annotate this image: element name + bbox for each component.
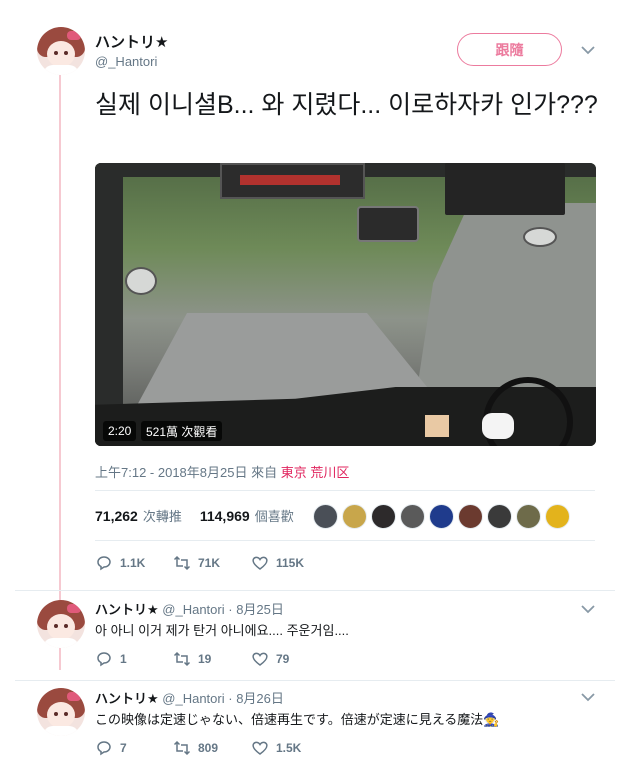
reply-actions: 1 19 79 [95,650,329,668]
like-button[interactable]: 79 [251,650,329,668]
tweet-meta: 上午7:12 - 2018年8月25日 來自 東京 荒川区 [95,462,349,481]
reply-button[interactable]: 1 [95,650,173,668]
retweet-count-label: 次轉推 [142,509,182,524]
retweet-button[interactable]: 71K [173,554,251,572]
reply-date[interactable]: · 8月26日 [228,691,284,706]
reply-button[interactable]: 7 [95,739,173,757]
heart-icon [252,741,268,755]
liker-avatar[interactable] [429,504,454,529]
liker-avatar[interactable] [458,504,483,529]
reply-text: この映像は定速じゃない、倍速再生です。倍速が定速に見える魔法🧙 [95,712,500,727]
retweet-count-action: 19 [198,652,212,666]
liker-avatar[interactable] [516,504,541,529]
liker-avatar[interactable] [545,504,570,529]
video-duration: 2:20 [103,421,137,441]
like-count[interactable]: 114,969 [200,508,250,524]
reply-count: 1 [120,652,127,666]
tweet-stats: 71,262 次轉推 114,969 個喜歡 [95,506,294,525]
reply-text: 아 아니 이거 제가 탄거 아니에요.... 주운거임.... [95,623,349,638]
reply-actions: 7 809 1.5K [95,739,329,757]
liker-avatar[interactable] [371,504,396,529]
divider [15,680,615,681]
avatar[interactable] [37,600,85,648]
retweet-icon [173,651,191,667]
tweet-text: 실제 이니셜B... 와 지렸다... 이로하자카 인가??? [95,91,598,119]
like-button[interactable]: 1.5K [251,739,329,757]
display-name[interactable]: ハントリ★ [95,602,159,617]
chevron-down-icon[interactable] [581,43,595,57]
chevron-down-icon[interactable] [581,602,595,616]
tweet-location[interactable]: 東京 荒川区 [281,465,350,480]
reply-count: 7 [120,741,127,755]
reply-button[interactable]: 1.1K [95,554,173,572]
retweet-icon [173,740,191,756]
reply-icon [97,556,111,571]
user-handle[interactable]: @_Hantori [162,602,224,617]
reply-date[interactable]: · 8月25日 [228,602,284,617]
tweet-timestamp[interactable]: 上午7:12 - 2018年8月25日 來自 [95,465,277,480]
like-count-action: 79 [276,652,290,666]
avatar[interactable] [37,688,85,736]
liker-avatar[interactable] [313,504,338,529]
user-handle[interactable]: @_Hantori [162,691,224,706]
reply-icon [97,652,111,667]
divider [95,540,595,541]
reply-icon [97,741,111,756]
tweet-actions: 1.1K 71K 115K [95,554,329,572]
retweet-icon [173,555,191,571]
retweet-button[interactable]: 809 [173,739,251,757]
retweet-count-action: 809 [198,741,219,755]
retweet-count-action: 71K [198,556,221,570]
like-button[interactable]: 115K [251,554,329,572]
liker-avatar[interactable] [342,504,367,529]
retweet-button[interactable]: 19 [173,650,251,668]
chevron-down-icon[interactable] [581,690,595,704]
like-count-action: 1.5K [276,741,302,755]
like-count-action: 115K [276,556,305,570]
retweet-count[interactable]: 71,262 [95,508,138,524]
divider [15,590,615,591]
video-views: 521萬 次觀看 [141,421,223,441]
liker-avatar[interactable] [400,504,425,529]
liker-avatar[interactable] [487,504,512,529]
reply-header: ハントリ★ @_Hantori · 8月26日 [95,688,284,707]
heart-icon [252,556,268,570]
heart-icon [252,652,268,666]
avatar[interactable] [37,27,85,75]
follow-button[interactable]: 跟隨 [457,33,562,66]
reply-header: ハントリ★ @_Hantori · 8月25日 [95,599,284,618]
reply-count: 1.1K [120,556,146,570]
thread-line [59,74,61,670]
display-name[interactable]: ハントリ★ [95,31,168,52]
user-handle[interactable]: @_Hantori [95,54,157,69]
divider [95,490,595,491]
video-player[interactable]: 2:20 521萬 次觀看 [95,163,596,446]
display-name[interactable]: ハントリ★ [95,691,159,706]
like-count-label: 個喜歡 [254,509,294,524]
